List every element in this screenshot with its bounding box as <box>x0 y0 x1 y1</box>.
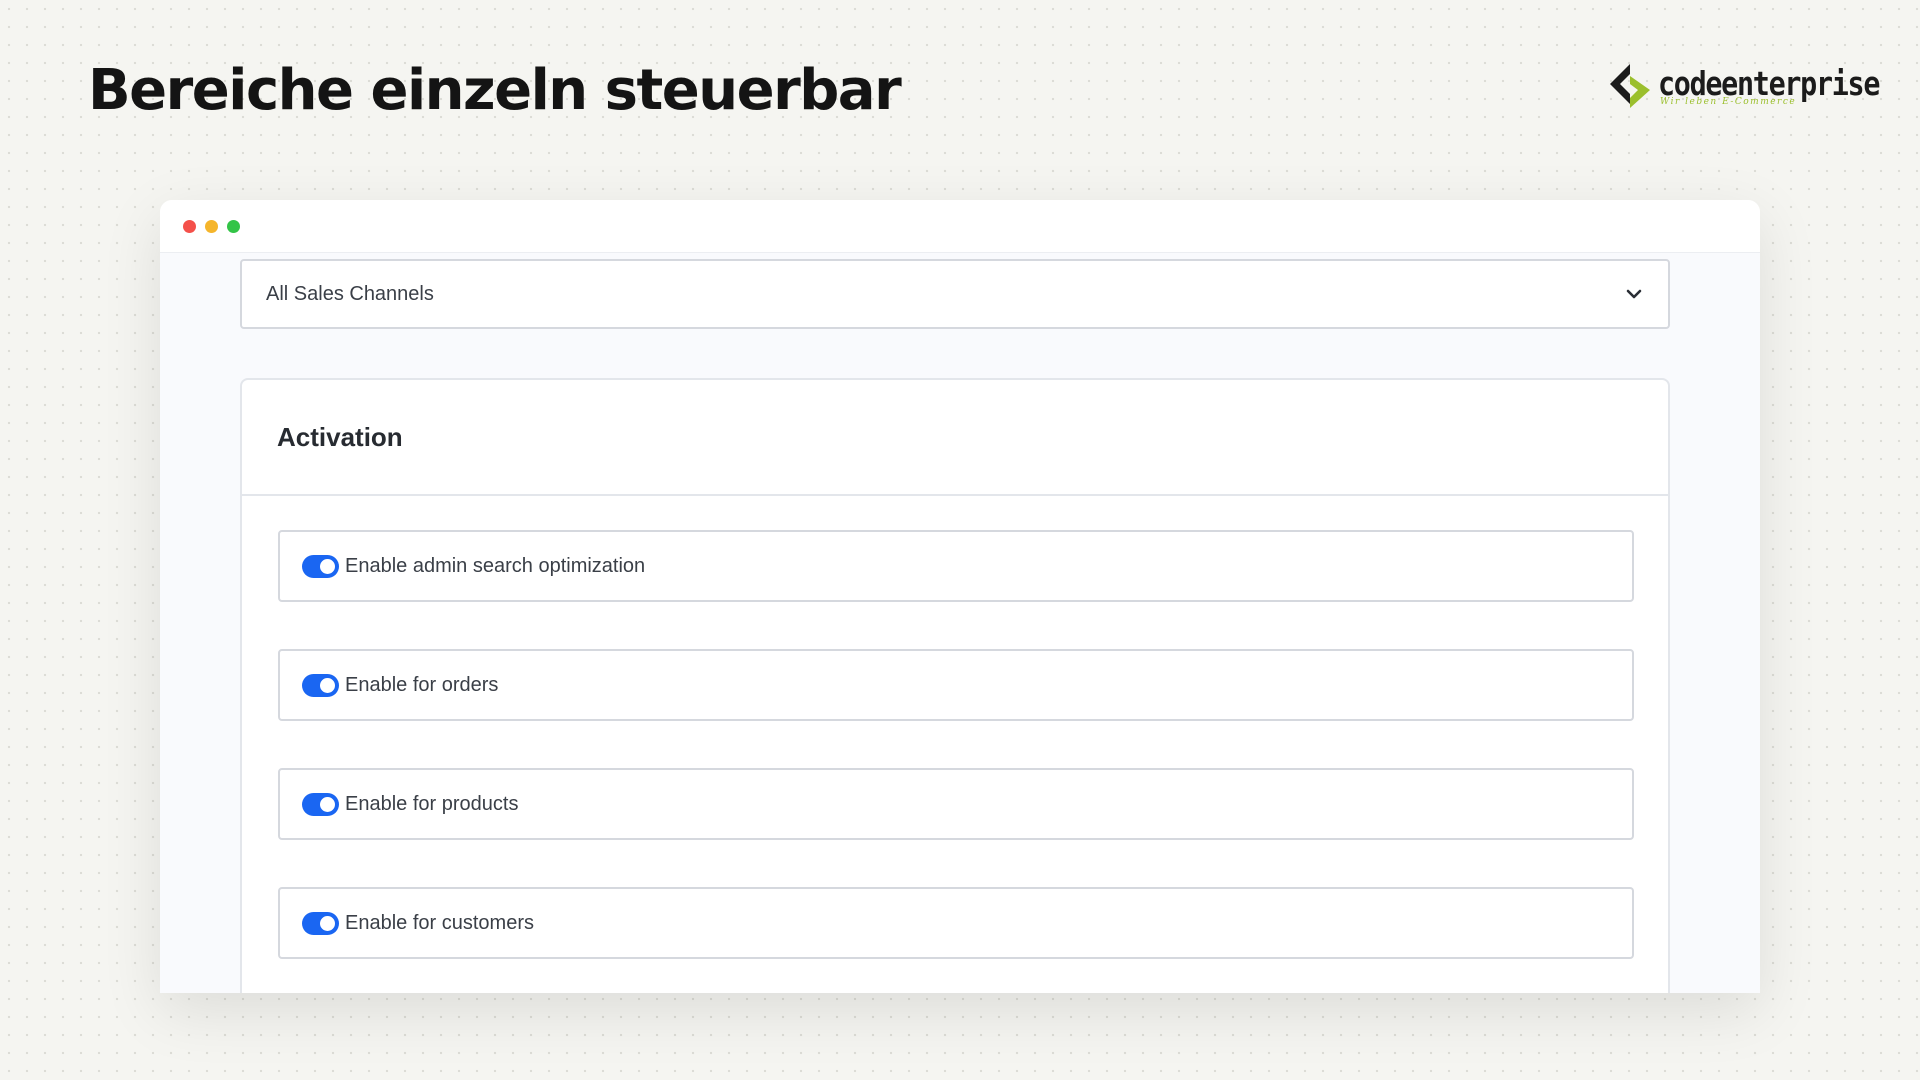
option-admin-search-optimization: Enable admin search optimization <box>278 530 1634 602</box>
option-products: Enable for products <box>278 768 1634 840</box>
logo-arrow-icon <box>1610 64 1650 108</box>
logo-name: codeenterprise <box>1658 64 1880 103</box>
minimize-window-dot[interactable] <box>205 219 218 233</box>
sales-channel-select[interactable]: All Sales Channels <box>240 259 1670 329</box>
products-toggle[interactable] <box>302 792 339 816</box>
page-title: Bereiche einzeln steuerbar <box>88 58 902 123</box>
chevron-down-icon <box>1626 289 1642 299</box>
option-label: Enable admin search optimization <box>345 554 646 577</box>
window-titlebar <box>160 200 1760 253</box>
brand-logo: codeenterprise Wir leben E-Commerce <box>1608 62 1915 110</box>
option-label: Enable for orders <box>345 673 499 696</box>
option-label: Enable for products <box>345 792 519 815</box>
app-window: All Sales Channels Activation Enable adm… <box>160 200 1760 993</box>
maximize-window-dot[interactable] <box>227 219 240 233</box>
customers-toggle[interactable] <box>302 911 339 935</box>
sales-channel-select-value: All Sales Channels <box>266 282 434 305</box>
orders-toggle[interactable] <box>302 673 339 697</box>
activation-card: Activation Enable admin search optimizat… <box>240 378 1670 993</box>
option-orders: Enable for orders <box>278 649 1634 721</box>
option-label: Enable for customers <box>345 911 534 934</box>
activation-card-title: Activation <box>277 421 403 452</box>
option-customers: Enable for customers <box>278 887 1634 959</box>
admin-search-optimization-toggle[interactable] <box>302 554 339 578</box>
activation-card-header: Activation <box>242 380 1668 496</box>
close-window-dot[interactable] <box>183 219 196 233</box>
